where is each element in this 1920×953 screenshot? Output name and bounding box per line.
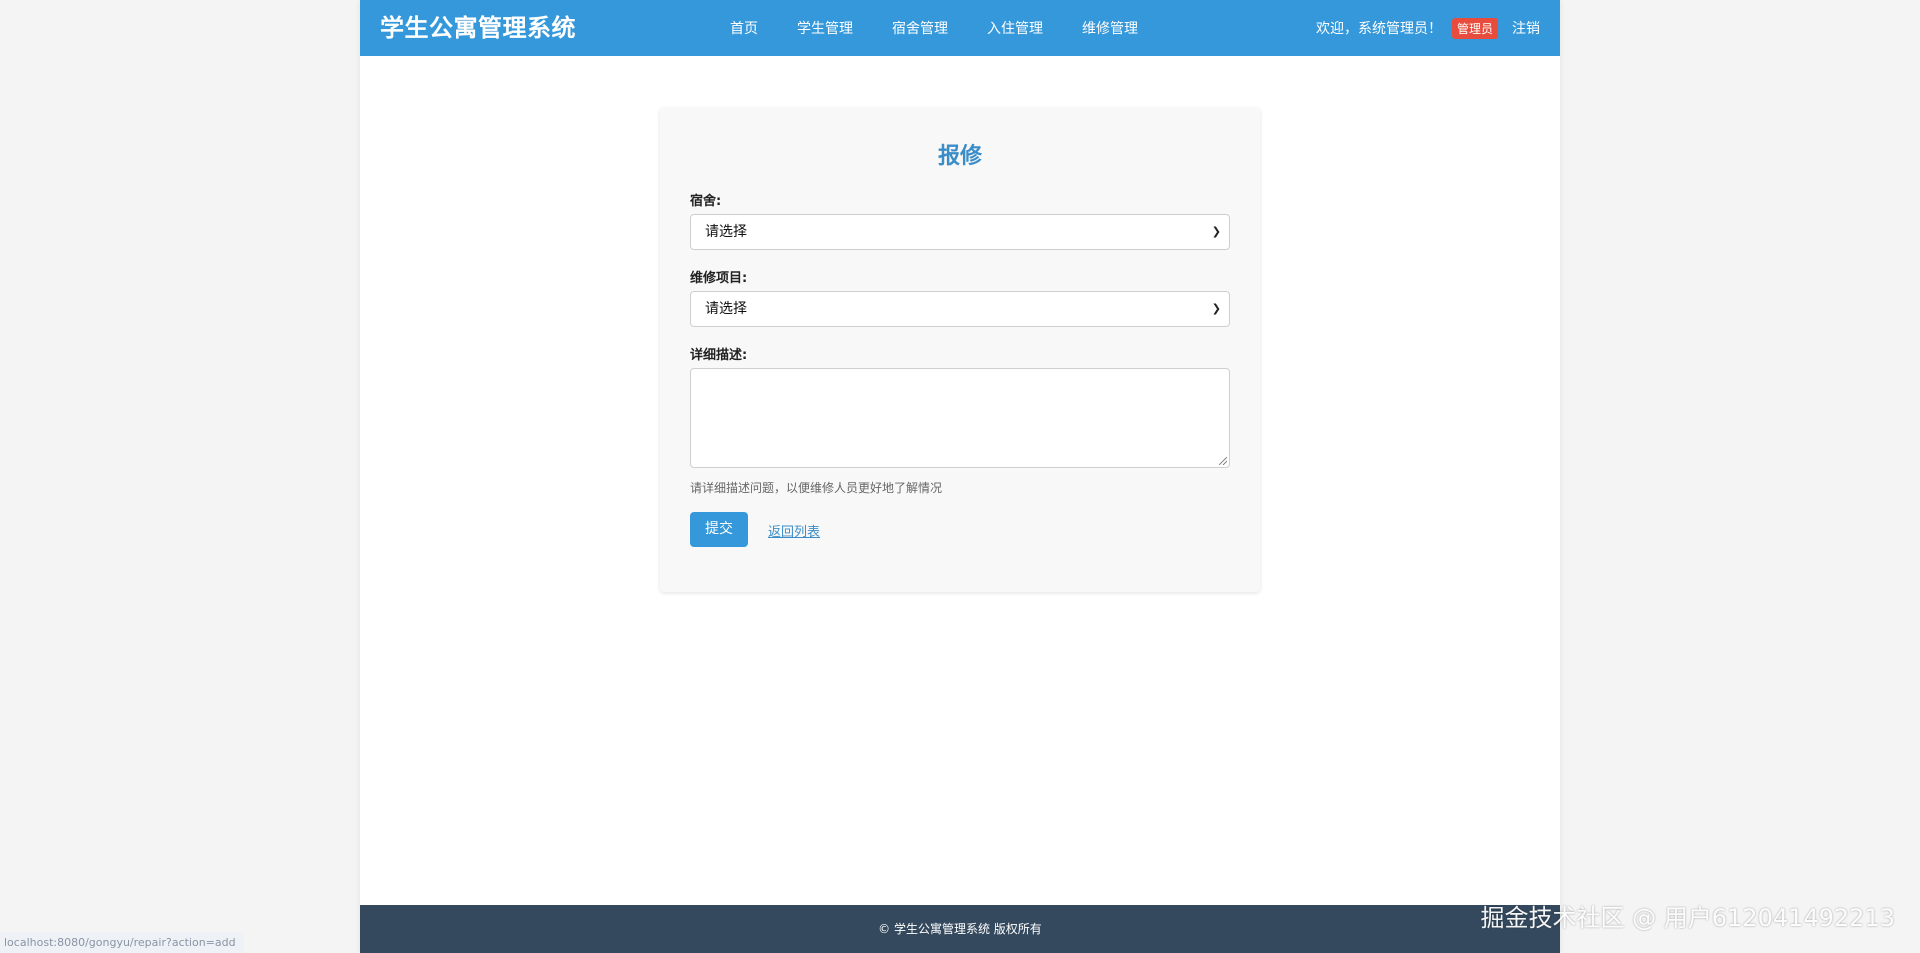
watermark: 掘金技术社区 @ 用户612041492213 xyxy=(1480,904,1896,932)
dorm-select[interactable]: 请选择 ❯ xyxy=(690,214,1230,250)
repair-item-select-value: 请选择 xyxy=(705,301,747,317)
nav-item-repair[interactable]: 维修管理 xyxy=(1082,18,1138,38)
nav-item-home[interactable]: 首页 xyxy=(730,18,758,38)
dorm-select-value: 请选择 xyxy=(705,224,747,240)
submit-button[interactable]: 提交 xyxy=(690,512,748,547)
chevron-down-icon: ❯ xyxy=(1211,302,1221,315)
footer: © 学生公寓管理系统 版权所有 xyxy=(360,905,1560,953)
repair-item-label: 维修项目: xyxy=(690,271,748,286)
dorm-label: 宿舍: xyxy=(690,194,722,209)
repair-form-card: 报修 宿舍: 请选择 ❯ 维修项目: 请选择 ❯ 详细描述: 请详细描述问题，以… xyxy=(660,108,1260,592)
repair-item-select[interactable]: 请选择 ❯ xyxy=(690,291,1230,327)
top-navbar: 学生公寓管理系统 首页 学生管理 宿舍管理 入住管理 维修管理 欢迎，系统管理员… xyxy=(360,0,1560,56)
chevron-down-icon: ❯ xyxy=(1211,225,1221,238)
logout-link[interactable]: 注销 xyxy=(1512,18,1540,38)
description-textarea[interactable] xyxy=(690,368,1230,468)
brand-title[interactable]: 学生公寓管理系统 xyxy=(380,0,576,56)
welcome-text: 欢迎，系统管理员！ xyxy=(1315,21,1442,37)
role-badge: 管理员 xyxy=(1451,17,1498,39)
status-bar-url: localhost:8080/gongyu/repair?action=add xyxy=(0,932,244,953)
nav-item-checkin[interactable]: 入住管理 xyxy=(987,18,1043,38)
description-hint: 请详细描述问题，以便维修人员更好地了解情况 xyxy=(690,481,943,495)
main-nav: 首页 学生管理 宿舍管理 入住管理 维修管理 xyxy=(730,0,1177,56)
form-title: 报修 xyxy=(937,144,982,169)
page-container: 学生公寓管理系统 首页 学生管理 宿舍管理 入住管理 维修管理 欢迎，系统管理员… xyxy=(360,0,1560,953)
nav-item-students[interactable]: 学生管理 xyxy=(797,18,853,38)
resize-handle-icon[interactable] xyxy=(1219,457,1227,465)
user-box: 欢迎，系统管理员！ 管理员 注销 xyxy=(1316,0,1540,56)
back-to-list-link[interactable]: 返回列表 xyxy=(768,521,820,540)
description-label: 详细描述: xyxy=(690,348,748,363)
nav-item-dorms[interactable]: 宿舍管理 xyxy=(892,18,948,38)
